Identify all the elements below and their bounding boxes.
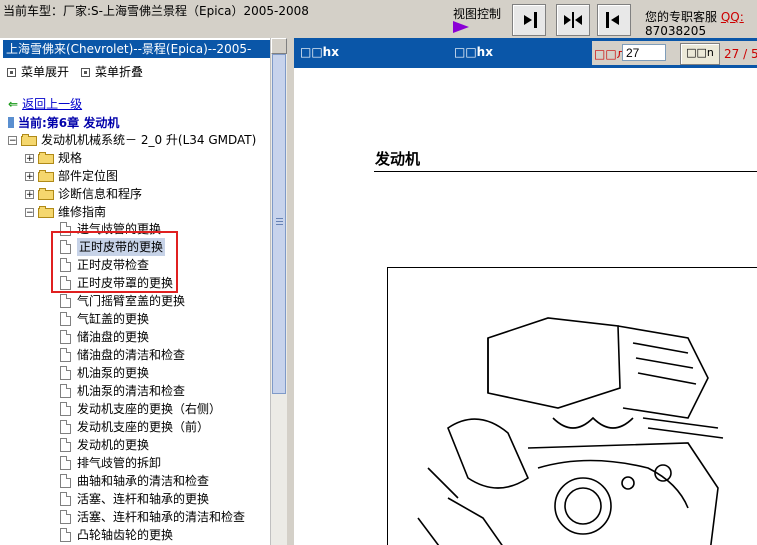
current-chapter: 当前:第6章 发动机 <box>8 114 119 131</box>
tree-item[interactable]: 凸轮轴齿轮的更换 <box>60 526 173 544</box>
folder-icon <box>38 188 54 200</box>
purple-arrow-icon <box>453 21 469 33</box>
split-view-button[interactable] <box>556 4 590 36</box>
document-icon <box>60 528 71 542</box>
tree-item[interactable]: 排气歧管的拆卸 <box>60 454 161 472</box>
tree-folder[interactable]: + 规格 <box>25 149 82 167</box>
qq-link[interactable]: QQ: <box>721 10 744 24</box>
folder-open-icon <box>38 206 54 218</box>
tree-item[interactable]: 活塞、连杆和轴承的清洁和检查 <box>60 508 245 526</box>
expand-icon <box>7 68 16 77</box>
red-annotation-box <box>51 231 178 293</box>
document-icon <box>60 474 71 488</box>
engine-illustration <box>387 267 757 545</box>
document-icon <box>60 402 71 416</box>
folder-icon <box>38 170 54 182</box>
tree-item[interactable]: 储油盘的更换 <box>60 328 149 346</box>
support-phone: 87038205 <box>645 25 707 38</box>
folder-icon <box>38 152 54 164</box>
collapse-icon <box>81 68 90 77</box>
heading-rule <box>374 171 757 172</box>
page-label: □□л <box>594 47 625 61</box>
page-count: 27 / 5 <box>724 47 757 61</box>
panel-left-icon <box>606 12 619 28</box>
page-number-input[interactable] <box>622 44 666 61</box>
document-icon <box>60 348 71 362</box>
tree-item[interactable]: 机油泵的清洁和检查 <box>60 382 185 400</box>
tree-item[interactable]: 发动机的更换 <box>60 436 149 454</box>
vehicle-info: 当前车型：厂家:S-上海雪佛兰景程（Epica）2005-2008 <box>3 4 309 18</box>
expand-toggle-icon[interactable]: + <box>25 189 34 199</box>
document-icon <box>60 294 71 308</box>
split-view-icon <box>564 12 582 28</box>
document-icon <box>60 312 71 326</box>
header-tab-2[interactable]: □□hx <box>454 45 493 59</box>
collapse-menu-button[interactable]: 菜单折叠 <box>81 63 143 80</box>
show-left-button[interactable] <box>597 4 631 36</box>
tree-item[interactable]: 活塞、连杆和轴承的更换 <box>60 490 209 508</box>
document-icon <box>60 438 71 452</box>
scrollbar-thumb[interactable] <box>272 54 286 394</box>
tree-item[interactable]: 发动机支座的更换（右侧） <box>60 400 221 418</box>
collapse-toggle-icon[interactable]: − <box>25 207 34 217</box>
expand-toggle-icon[interactable]: + <box>25 153 34 163</box>
tree-item[interactable]: 气缸盖的更换 <box>60 310 149 328</box>
back-arrow-icon: ⇐ <box>8 97 19 111</box>
panel-splitter[interactable] <box>287 38 294 545</box>
panel-right-icon <box>524 12 537 28</box>
support-label: 您的专职客服 <box>645 10 718 24</box>
tree-title: 上海雪佛来(Chevrolet)--景程(Epica)--2005- <box>3 40 270 58</box>
document-icon <box>60 510 71 524</box>
page-navigator: □□л □□n 27 / 5 <box>592 41 757 65</box>
support-info: 您的专职客服 QQ: <box>645 8 744 25</box>
tree-node-root[interactable]: − 发动机机械系统－ 2_0 升(L34 GMDAT) <box>8 131 256 149</box>
folder-open-icon <box>21 134 37 146</box>
tree-item[interactable]: 气门摇臂室盖的更换 <box>60 292 185 310</box>
page-heading: 发动机 <box>375 150 421 168</box>
document-icon <box>60 384 71 398</box>
document-icon <box>60 456 71 470</box>
document-icon <box>60 366 71 380</box>
show-right-button[interactable] <box>512 4 546 36</box>
expand-toggle-icon[interactable]: + <box>25 171 34 181</box>
document-icon <box>60 420 71 434</box>
expand-menu-button[interactable]: 菜单展开 <box>7 63 69 80</box>
top-bar: 当前车型：厂家:S-上海雪佛兰景程（Epica）2005-2008 视图控制 您… <box>0 0 757 38</box>
tree-item[interactable]: 机油泵的更换 <box>60 364 149 382</box>
document-view: 发动机 <box>294 68 757 545</box>
collapse-toggle-icon[interactable]: − <box>8 135 17 145</box>
tree-folder-open[interactable]: − 维修指南 <box>25 203 106 221</box>
engine-drawing-icon <box>417 317 724 545</box>
header-tab-1[interactable]: □□hx <box>300 45 339 59</box>
tree-item[interactable]: 发动机支座的更换（前） <box>60 418 209 436</box>
content-header: □□hx □□hx □□л □□n 27 / 5 <box>294 38 757 68</box>
scroll-up-arrow-icon[interactable] <box>271 38 287 54</box>
tree-folder[interactable]: + 诊断信息和程序 <box>25 185 142 203</box>
grip-icon <box>276 218 283 219</box>
current-marker-icon <box>8 117 14 128</box>
back-link[interactable]: ⇐ 返回上一级 <box>8 95 82 112</box>
view-control-label: 视图控制 <box>453 7 502 21</box>
tree-scrollbar[interactable] <box>270 38 287 545</box>
tree-item[interactable]: 储油盘的清洁和检查 <box>60 346 185 364</box>
document-icon <box>60 330 71 344</box>
navigation-panel: 上海雪佛来(Chevrolet)--景程(Epica)--2005- 菜单展开 … <box>0 38 287 545</box>
go-page-button[interactable]: □□n <box>680 43 720 65</box>
document-icon <box>60 492 71 506</box>
tree-item[interactable]: 曲轴和轴承的清洁和检查 <box>60 472 209 490</box>
tree-folder[interactable]: + 部件定位图 <box>25 167 118 185</box>
